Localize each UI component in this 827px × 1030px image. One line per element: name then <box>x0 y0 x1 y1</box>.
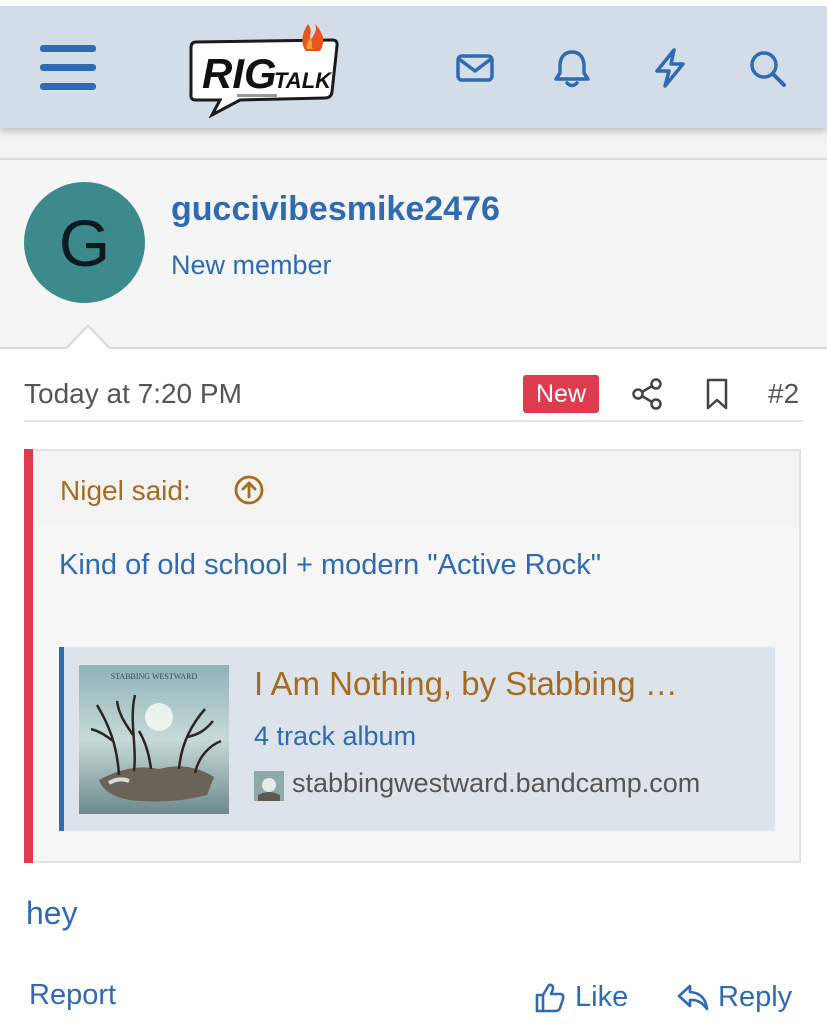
avatar[interactable]: G <box>24 182 145 303</box>
share-icon[interactable] <box>630 377 664 411</box>
post-body-text: hey <box>26 895 78 931</box>
author-username[interactable]: guccivibesmike2476 <box>171 190 500 229</box>
post-actions: Report Like Reply <box>0 975 827 1025</box>
mail-icon[interactable] <box>453 46 497 90</box>
bandcamp-embed[interactable]: STABBING WESTWARD I Am Nothing, by Stabb… <box>59 647 775 831</box>
svg-text:RIG: RIG <box>202 50 277 97</box>
post-date[interactable]: Today at 7:20 PM <box>24 378 242 410</box>
quote-text: Kind of old school + modern "Active Rock… <box>59 549 602 581</box>
post-number[interactable]: #2 <box>768 378 799 410</box>
new-badge: New <box>523 375 599 413</box>
reply-arrow-icon <box>677 984 709 1011</box>
like-label: Like <box>575 980 629 1013</box>
avatar-letter: G <box>58 205 111 280</box>
bell-icon[interactable] <box>550 46 594 90</box>
reply-button[interactable]: Reply <box>676 977 792 1017</box>
svg-text:STABBING WESTWARD: STABBING WESTWARD <box>111 672 198 681</box>
quote-accent-bar <box>24 449 33 863</box>
search-icon[interactable] <box>745 46 789 90</box>
arrow-up-circle-icon[interactable] <box>233 474 265 506</box>
author-title: New member <box>171 250 332 280</box>
quote-header: Nigel said: <box>33 451 799 527</box>
like-button[interactable]: Like <box>533 977 628 1017</box>
post-author-block: G guccivibesmike2476 New member <box>0 160 827 349</box>
embed-description: 4 track album <box>254 721 417 751</box>
hamburger-icon[interactable] <box>40 42 96 92</box>
site-logo[interactable]: RIG TALK <box>182 20 344 119</box>
header-spacer <box>0 128 827 160</box>
quote-block: Nigel said: Kind of old school + modern … <box>24 449 801 863</box>
thumbs-up-icon <box>535 983 565 1013</box>
quote-author[interactable]: Nigel said: <box>60 475 191 507</box>
site-favicon-icon <box>254 771 284 801</box>
author-caret-fill <box>67 327 109 349</box>
embed-site-domain[interactable]: stabbingwestward.bandcamp.com <box>292 768 700 799</box>
lightning-icon[interactable] <box>648 46 692 90</box>
album-art-image[interactable]: STABBING WESTWARD <box>79 665 229 814</box>
site-header: RIG TALK <box>0 6 827 128</box>
reply-label: Reply <box>718 980 793 1013</box>
svg-text:TALK: TALK <box>274 68 333 93</box>
bookmark-icon[interactable] <box>702 377 732 411</box>
embed-title[interactable]: I Am Nothing, by Stabbing … <box>254 665 678 703</box>
report-link[interactable]: Report <box>29 979 116 1012</box>
post-meta-row: Today at 7:20 PM New #2 <box>24 370 803 422</box>
